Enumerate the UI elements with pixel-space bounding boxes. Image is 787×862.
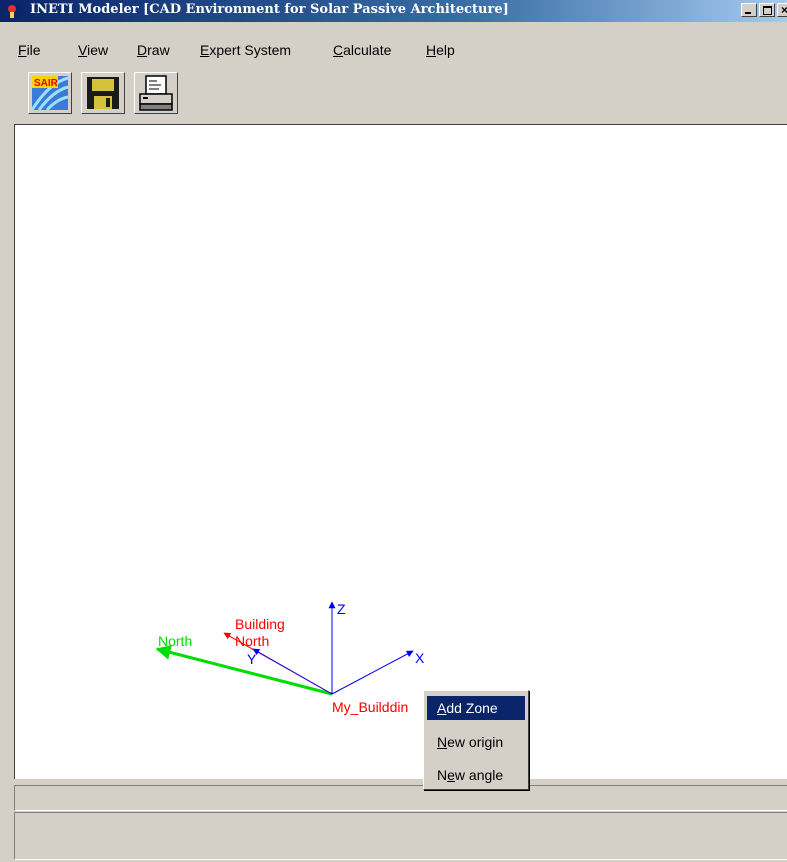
building-north-label-line2: North — [235, 633, 270, 649]
menu-bar: File View Draw Expert System Calculate H… — [0, 22, 787, 66]
maximize-icon — [763, 6, 772, 15]
save-button[interactable] — [81, 72, 125, 114]
menu-calculate[interactable]: Calculate — [333, 42, 391, 58]
building-name-label[interactable]: My_Builddin — [332, 699, 408, 715]
building-north-label-line1: Building — [235, 616, 285, 632]
sair-exit-icon: SAIR — [30, 76, 69, 112]
context-menu-new-angle[interactable]: New angle — [427, 763, 525, 787]
menu-expert-system[interactable]: Expert System — [200, 42, 291, 58]
axis-y-arrow — [252, 648, 333, 695]
axis-y-label: Y — [247, 651, 257, 667]
menu-view[interactable]: View — [78, 42, 108, 58]
menu-draw[interactable]: Draw — [137, 42, 170, 58]
print-button[interactable] — [134, 72, 178, 114]
close-button[interactable]: × — [777, 3, 787, 17]
window-controls: × — [741, 3, 787, 17]
context-menu: Add Zone New origin New angle — [423, 690, 529, 790]
title-bar[interactable]: INETI Modeler [CAD Environment for Solar… — [0, 0, 787, 22]
window-title: INETI Modeler [CAD Environment for Solar… — [30, 2, 509, 17]
north-arrow — [155, 645, 333, 696]
north-label: North — [158, 633, 193, 649]
minimize-button[interactable] — [741, 3, 757, 17]
menu-help[interactable]: Help — [426, 42, 455, 58]
context-menu-new-origin[interactable]: New origin — [427, 730, 525, 754]
printer-icon — [139, 75, 173, 111]
sair-button[interactable]: SAIR — [28, 72, 72, 114]
menu-file[interactable]: File — [18, 42, 41, 58]
canvas-drawing — [155, 601, 414, 696]
maximize-button[interactable] — [759, 3, 775, 17]
app-icon — [4, 3, 20, 19]
status-bar — [14, 785, 787, 811]
bottom-panel — [14, 812, 787, 860]
minimize-icon — [745, 12, 751, 14]
axis-x-label: X — [415, 650, 425, 666]
floppy-disk-icon — [87, 77, 119, 109]
axis-z-label: Z — [337, 601, 346, 617]
context-menu-add-zone[interactable]: Add Zone — [427, 696, 525, 720]
drawing-canvas[interactable]: North Building North Y Z X My_Builddin — [14, 124, 787, 779]
axis-x-arrow — [331, 650, 414, 695]
close-icon: × — [781, 3, 787, 17]
svg-text:SAIR: SAIR — [34, 78, 59, 89]
